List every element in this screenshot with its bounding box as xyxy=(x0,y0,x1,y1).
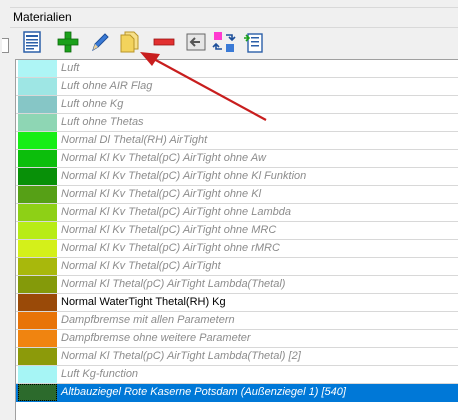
collapsed-panel-tab[interactable] xyxy=(2,38,9,53)
material-color-swatch xyxy=(18,366,57,383)
remove-icon xyxy=(153,38,175,46)
material-label: Normal Dl Thetal(RH) AirTight xyxy=(61,134,208,146)
material-label: Normal Kl Kv Thetal(pC) AirTight ohne Kl… xyxy=(61,170,307,182)
material-label: Normal Kl Kv Thetal(pC) AirTight ohne MR… xyxy=(61,224,277,236)
material-label: Luft Kg-function xyxy=(61,368,139,380)
material-label: Luft xyxy=(61,62,80,74)
material-color-swatch xyxy=(18,114,57,131)
material-label: Normal Kl Thetal(pC) AirTight Lambda(The… xyxy=(61,278,286,290)
panel-header: Materialien xyxy=(10,7,458,28)
sort-icon xyxy=(212,32,236,52)
document-list-icon xyxy=(23,31,41,53)
add-icon xyxy=(57,31,79,53)
material-row[interactable]: Normal Kl Kv Thetal(pC) AirTight ohne Aw xyxy=(16,150,458,168)
material-color-swatch xyxy=(18,240,57,257)
material-color-swatch xyxy=(18,294,57,311)
material-label: Normal Kl Kv Thetal(pC) AirTight ohne Aw xyxy=(61,152,266,164)
material-row[interactable]: Normal Dl Thetal(RH) AirTight xyxy=(16,132,458,150)
material-color-swatch xyxy=(18,204,57,221)
import-icon xyxy=(186,33,206,51)
material-color-swatch xyxy=(18,330,57,347)
remove-button[interactable] xyxy=(152,30,176,54)
material-color-swatch xyxy=(18,348,57,365)
material-color-swatch xyxy=(18,150,57,167)
material-row[interactable]: Luft ohne Kg xyxy=(16,96,458,114)
material-row[interactable]: Normal Kl Thetal(pC) AirTight Lambda(The… xyxy=(16,348,458,366)
export-button[interactable] xyxy=(242,30,266,54)
material-label: Normal Kl Kv Thetal(pC) AirTight ohne rM… xyxy=(61,242,280,254)
material-color-swatch xyxy=(18,276,57,293)
material-row[interactable]: Normal Kl Kv Thetal(pC) AirTight ohne Kl xyxy=(16,186,458,204)
export-icon xyxy=(244,33,263,53)
material-list[interactable]: Luft Luft ohne AIR Flag Luft ohne Kg Luft o… xyxy=(15,59,458,420)
edit-icon xyxy=(92,33,109,52)
material-label: Dampfbremse ohne weitere Parameter xyxy=(61,332,251,344)
material-label: Normal Kl Thetal(pC) AirTight Lambda(The… xyxy=(61,350,301,362)
material-label: Luft ohne Thetas xyxy=(61,116,144,128)
material-row[interactable]: Normal Kl Kv Thetal(pC) AirTight ohne La… xyxy=(16,204,458,222)
material-row[interactable]: Luft ohne Thetas xyxy=(16,114,458,132)
document-list-button[interactable] xyxy=(20,30,44,54)
left-panel-edge xyxy=(0,0,10,419)
material-color-swatch xyxy=(18,222,57,239)
add-button[interactable] xyxy=(56,30,80,54)
material-row[interactable]: Normal Kl Kv Thetal(pC) AirTight ohne Kl… xyxy=(16,168,458,186)
edit-button[interactable] xyxy=(88,30,112,54)
material-row[interactable]: Dampfbremse ohne weitere Parameter xyxy=(16,330,458,348)
copy-button[interactable] xyxy=(118,30,142,54)
material-label: Altbauziegel Rote Kaserne Potsdam (Außen… xyxy=(61,386,346,398)
toolbar xyxy=(12,28,458,58)
material-label: Luft ohne AIR Flag xyxy=(61,80,153,92)
material-row[interactable]: Altbauziegel Rote Kaserne Potsdam (Außen… xyxy=(16,384,458,402)
material-color-swatch xyxy=(18,384,57,401)
panel-title: Materialien xyxy=(13,10,72,24)
material-label: Normal Kl Kv Thetal(pC) AirTight ohne Kl xyxy=(61,188,262,200)
material-row[interactable]: Normal Kl Kv Thetal(pC) AirTight ohne MR… xyxy=(16,222,458,240)
material-row[interactable]: Normal Kl Kv Thetal(pC) AirTight ohne rM… xyxy=(16,240,458,258)
material-row[interactable]: Luft xyxy=(16,60,458,78)
material-color-swatch xyxy=(18,132,57,149)
material-color-swatch xyxy=(18,96,57,113)
material-row[interactable]: Normal Kl Thetal(pC) AirTight Lambda(The… xyxy=(16,276,458,294)
material-label: Dampfbremse mit allen Parametern xyxy=(61,314,235,326)
material-row[interactable]: Normal Kl Kv Thetal(pC) AirTight xyxy=(16,258,458,276)
material-label: Normal Kl Kv Thetal(pC) AirTight xyxy=(61,260,221,272)
material-label: Normal WaterTight Thetal(RH) Kg xyxy=(61,296,226,308)
material-label: Luft ohne Kg xyxy=(61,98,124,110)
material-row[interactable]: Luft ohne AIR Flag xyxy=(16,78,458,96)
material-label: Normal Kl Kv Thetal(pC) AirTight ohne La… xyxy=(61,206,291,218)
material-color-swatch xyxy=(18,258,57,275)
import-button[interactable] xyxy=(184,30,208,54)
material-color-swatch xyxy=(18,168,57,185)
material-row[interactable]: Normal WaterTight Thetal(RH) Kg xyxy=(16,294,458,312)
material-row[interactable]: Dampfbremse mit allen Parametern xyxy=(16,312,458,330)
material-color-swatch xyxy=(18,78,57,95)
material-row[interactable]: Luft Kg-function xyxy=(16,366,458,384)
material-color-swatch xyxy=(18,60,57,77)
material-color-swatch xyxy=(18,186,57,203)
material-color-swatch xyxy=(18,312,57,329)
sort-button[interactable] xyxy=(212,30,236,54)
copy-icon xyxy=(120,31,139,53)
